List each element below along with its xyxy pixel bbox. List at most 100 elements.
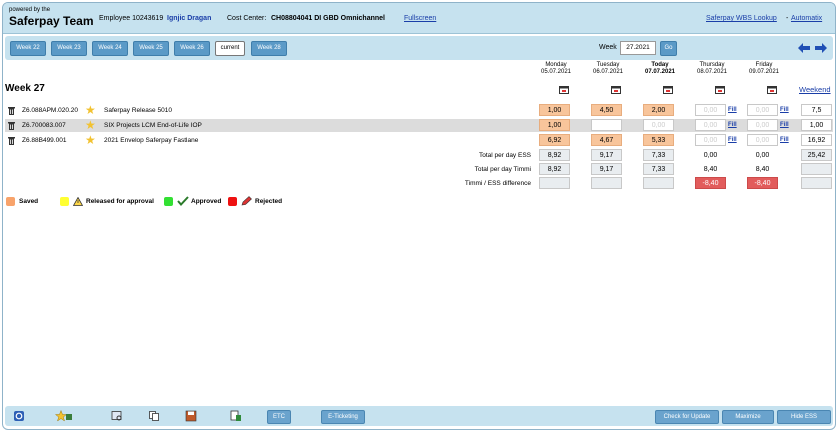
hours-cell[interactable]: 0,00: [643, 119, 674, 131]
calendar-icon[interactable]: [767, 85, 777, 94]
favorite-star-icon[interactable]: ★: [85, 104, 96, 116]
search-window-icon[interactable]: [111, 410, 123, 422]
summary-cell: 0,00: [703, 152, 718, 159]
week-navigation-bar: Week 22 Week 23 Week 24 Week 25 Week 26 …: [5, 36, 833, 60]
current-week-button[interactable]: current: [215, 41, 245, 56]
favorite-star-icon[interactable]: ★: [85, 119, 96, 131]
row-total: 1,00: [801, 119, 832, 131]
hours-cell[interactable]: 0,00: [695, 119, 726, 131]
hours-cell[interactable]: 1,00: [539, 119, 570, 131]
week-25-button[interactable]: Week 25: [133, 41, 169, 56]
legend-saved: Saved: [19, 198, 39, 205]
legend-released: Released for approval: [86, 198, 154, 205]
week-24-button[interactable]: Week 24: [92, 41, 128, 56]
saved-swatch: [6, 197, 15, 206]
day-date: 05.07.2021: [540, 69, 572, 75]
summary-total: 25,42: [801, 149, 832, 161]
week-label: Week: [599, 44, 617, 51]
arrow-right-icon[interactable]: [815, 43, 827, 53]
save-icon[interactable]: [185, 410, 197, 422]
hours-cell[interactable]: 5,33: [643, 134, 674, 146]
summary-cell: 9,17: [591, 163, 622, 175]
automatix-link[interactable]: Automatix: [791, 15, 822, 22]
row-total: 16,92: [801, 134, 832, 146]
calendar-icon[interactable]: [663, 85, 673, 94]
day-header-thursday: Thursday 08.07.2021: [692, 62, 732, 76]
export-icon[interactable]: [230, 410, 242, 422]
week-title: Week 27: [5, 83, 45, 94]
hours-cell[interactable]: [591, 119, 622, 131]
refresh-icon[interactable]: [13, 410, 25, 422]
summary-cell: 8,40: [755, 166, 770, 173]
day-name: Tuesday: [596, 62, 620, 68]
day-header-today: Today 07.07.2021: [640, 62, 680, 76]
summary-cell: [643, 177, 674, 189]
favorites-icon[interactable]: [55, 410, 73, 422]
day-name: Friday: [755, 62, 773, 68]
fill-link[interactable]: Fill: [728, 122, 737, 128]
week-28-button[interactable]: Week 28: [251, 41, 287, 56]
week-23-button[interactable]: Week 23: [51, 41, 87, 56]
fill-link[interactable]: Fill: [780, 137, 789, 143]
week-22-button[interactable]: Week 22: [10, 41, 46, 56]
released-swatch: [60, 197, 69, 206]
trash-icon[interactable]: [8, 121, 15, 130]
etc-button[interactable]: ETC: [267, 410, 291, 424]
hours-cell[interactable]: 4,50: [591, 104, 622, 116]
summary-cell: -8,40: [747, 177, 778, 189]
summary-label: Timmi / ESS difference: [464, 180, 531, 187]
hours-cell[interactable]: 4,67: [591, 134, 622, 146]
hours-cell[interactable]: 0,00: [695, 104, 726, 116]
row-name: SIX Projects LCM End-of-Life IOP: [104, 122, 202, 129]
hours-cell[interactable]: 0,00: [747, 104, 778, 116]
arrow-left-icon[interactable]: [798, 43, 810, 53]
week-26-button[interactable]: Week 26: [174, 41, 210, 56]
fill-link[interactable]: Fill: [728, 107, 737, 113]
rejected-swatch: [228, 197, 237, 206]
fill-link[interactable]: Fill: [780, 122, 789, 128]
warning-icon: [73, 197, 83, 206]
maximize-button[interactable]: Maximize: [722, 410, 774, 424]
day-name: Monday: [545, 62, 567, 68]
summary-total: [801, 163, 832, 175]
hours-cell[interactable]: 6,92: [539, 134, 570, 146]
row-code: Z6.700083.007: [22, 122, 66, 129]
hours-cell[interactable]: 0,00: [695, 134, 726, 146]
fill-link[interactable]: Fill: [728, 137, 737, 143]
trash-icon[interactable]: [8, 136, 15, 145]
copy-icon[interactable]: [148, 410, 160, 422]
calendar-icon[interactable]: [715, 85, 725, 94]
hours-cell[interactable]: 1,00: [539, 104, 570, 116]
trash-icon[interactable]: [8, 106, 15, 115]
check-update-button[interactable]: Check for Update: [655, 410, 719, 424]
wbs-lookup-link[interactable]: Saferpay WBS Lookup: [706, 15, 777, 22]
row-code: Z6.088APM.020.20: [22, 107, 79, 114]
summary-label: Total per day Timmi: [474, 166, 531, 173]
summary-cell: 8,92: [539, 149, 570, 161]
row-code: Z6.88B499.001: [22, 137, 67, 144]
summary-cell: 9,17: [591, 149, 622, 161]
team-title: Saferpay Team: [9, 14, 94, 28]
row-name: 2021 Envelop Saferpay Fastlane: [104, 137, 199, 144]
fill-link[interactable]: Fill: [780, 107, 789, 113]
day-date: 07.07.2021: [644, 69, 676, 75]
weekend-link[interactable]: Weekend: [799, 85, 831, 94]
legend-approved: Approved: [191, 198, 222, 205]
summary-cell: -8,40: [695, 177, 726, 189]
hours-cell[interactable]: 2,00: [643, 104, 674, 116]
summary-label: Total per day ESS: [478, 152, 531, 159]
calendar-icon[interactable]: [611, 85, 621, 94]
week-input[interactable]: 27.2021: [620, 41, 656, 55]
hours-cell[interactable]: 0,00: [747, 134, 778, 146]
hide-ess-button[interactable]: Hide ESS: [777, 410, 831, 424]
calendar-icon[interactable]: [559, 85, 569, 94]
day-name: Thursday: [699, 62, 725, 68]
favorite-star-icon[interactable]: ★: [85, 134, 96, 146]
day-date: 06.07.2021: [592, 69, 624, 75]
go-button[interactable]: Go: [660, 41, 677, 56]
hours-cell[interactable]: 0,00: [747, 119, 778, 131]
fullscreen-link[interactable]: Fullscreen: [404, 15, 436, 22]
summary-total: [801, 177, 832, 189]
eticketing-button[interactable]: E-Ticketing: [321, 410, 365, 424]
summary-cell: 7,33: [643, 163, 674, 175]
